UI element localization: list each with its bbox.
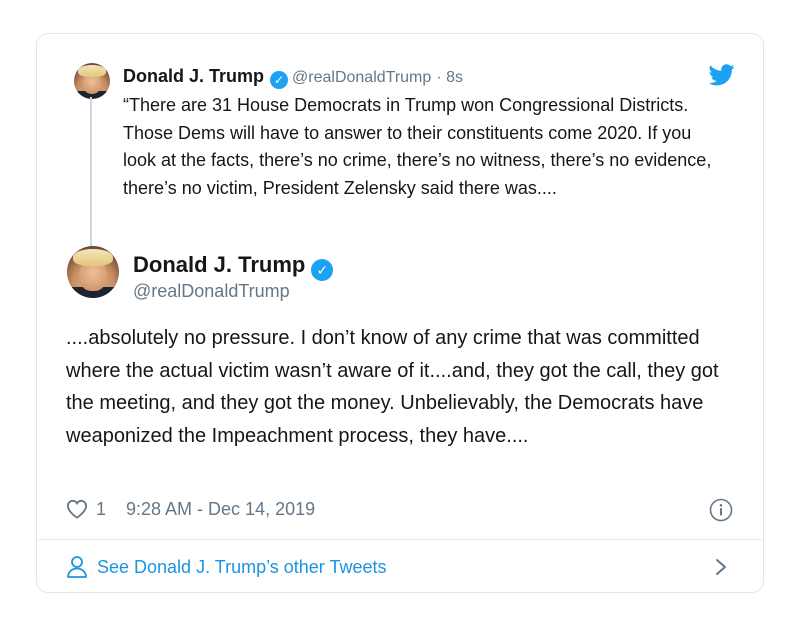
info-icon[interactable] <box>709 498 733 522</box>
footer-divider <box>37 539 763 540</box>
twitter-bird-icon[interactable] <box>709 64 735 86</box>
quoted-tweet-header: Donald J. Trump ✓ @realDonaldTrump · 8s <box>123 65 463 89</box>
quoted-tweet-time[interactable]: · 8s <box>436 69 463 86</box>
main-author-name[interactable]: Donald J. Trump <box>133 252 305 277</box>
person-icon <box>67 556 87 578</box>
quoted-author-name[interactable]: Donald J. Trump <box>123 66 264 86</box>
tweet-timestamp[interactable]: 9:28 AM - Dec 14, 2019 <box>126 499 315 520</box>
quoted-author-handle[interactable]: @realDonaldTrump <box>292 69 431 86</box>
main-author-name-row: Donald J. Trump ✓ <box>133 252 337 281</box>
main-tweet-text: ....absolutely no pressure. I don’t know… <box>66 327 719 447</box>
main-author-avatar[interactable] <box>67 246 119 298</box>
tweet-meta-row: 1 9:28 AM - Dec 14, 2019 <box>66 497 734 523</box>
verified-badge-icon: ✓ <box>311 259 334 281</box>
see-other-tweets-link[interactable]: See Donald J. Trump’s other Tweets <box>66 554 734 580</box>
embedded-tweet-card: Donald J. Trump ✓ @realDonaldTrump · 8s “T… <box>36 33 764 593</box>
see-other-tweets-label[interactable]: See Donald J. Trump’s other Tweets <box>97 557 387 578</box>
chevron-right-icon[interactable] <box>714 558 728 576</box>
thread-line <box>90 97 92 269</box>
like-count[interactable]: 1 <box>96 499 106 520</box>
verified-badge-icon: ✓ <box>270 71 289 89</box>
heart-icon[interactable] <box>66 499 88 519</box>
main-author-handle[interactable]: @realDonaldTrump <box>133 281 290 302</box>
quoted-tweet-text: “There are 31 House Democrats in Trump w… <box>123 95 712 198</box>
quoted-author-avatar[interactable] <box>74 63 110 99</box>
